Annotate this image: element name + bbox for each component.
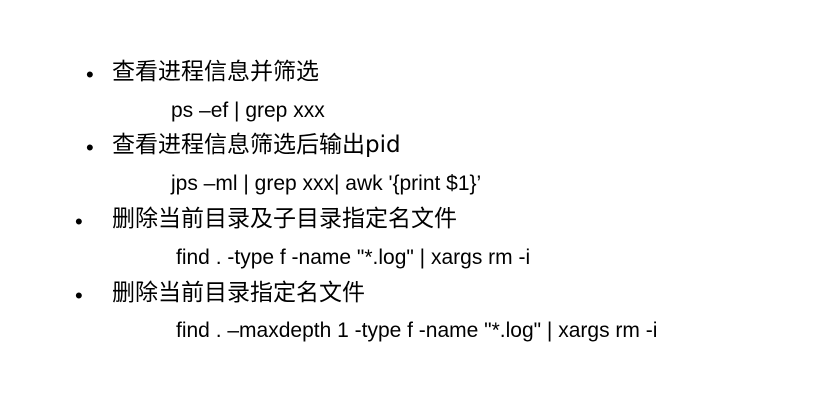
command-ps-grep: ps –ef | grep xxx (171, 99, 325, 122)
bullet-2: • (86, 135, 94, 160)
heading-filter-output-pid: 查看进程信息筛选后输出pid (112, 132, 401, 158)
bullet-3: • (75, 209, 83, 234)
heading-delete-current-dir: 删除当前目录指定名文件 (112, 280, 365, 306)
bullet-4: • (75, 283, 83, 308)
command-find-recursive: find . -type f -name "*.log" | xargs rm … (176, 246, 531, 269)
heading-list-processes-filter: 查看进程信息并筛选 (112, 59, 319, 85)
heading-delete-recursive: 删除当前目录及子目录指定名文件 (112, 206, 457, 232)
command-find-maxdepth: find . –maxdepth 1 -type f -name "*.log"… (176, 319, 658, 342)
command-jps-awk: jps –ml | grep xxx| awk '{print $1}’ (171, 172, 482, 195)
slide: • 查看进程信息并筛选 ps –ef | grep xxx • 查看进程信息筛选… (0, 0, 818, 411)
bullet-1: • (86, 62, 94, 87)
